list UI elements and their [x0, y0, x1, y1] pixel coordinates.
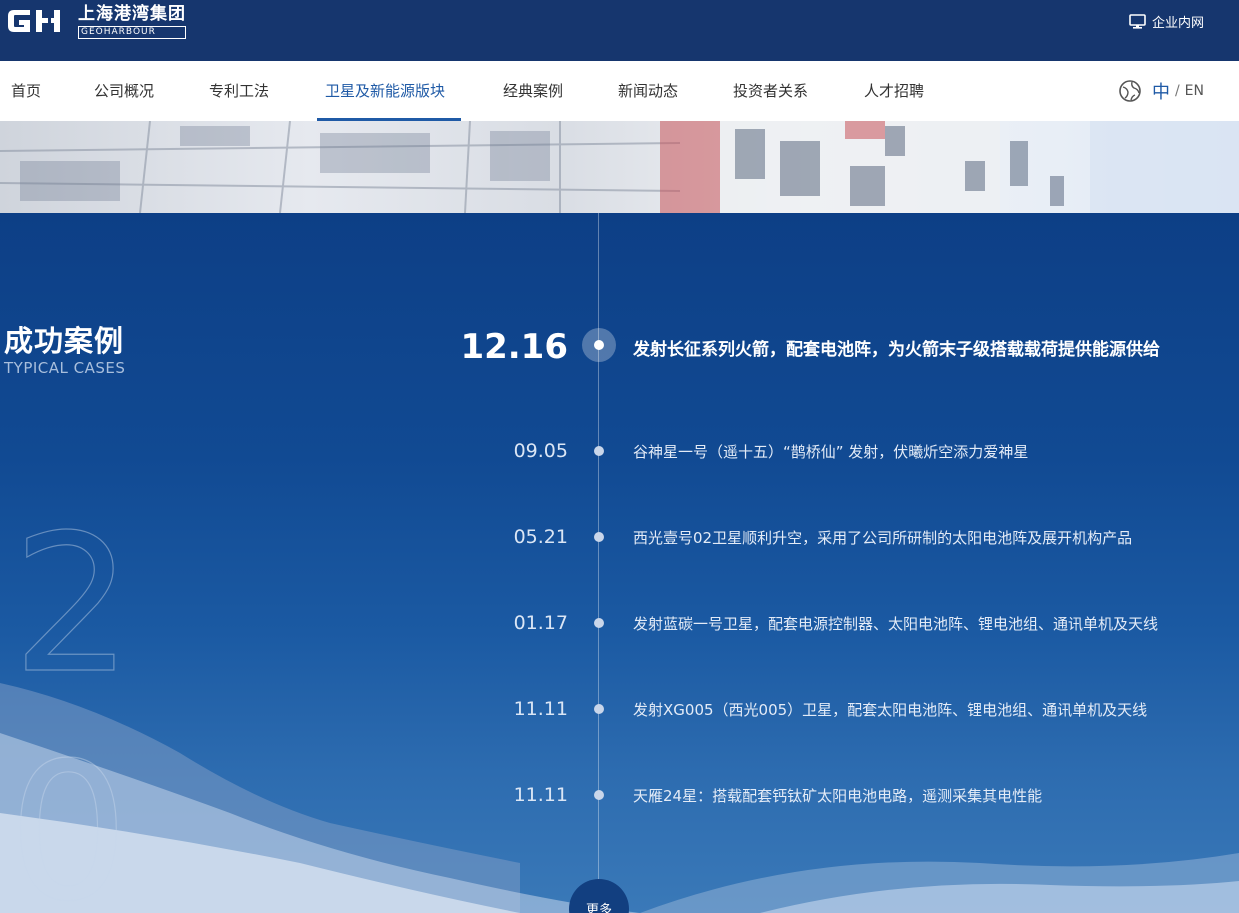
gh-logo-mark: [8, 10, 60, 32]
nav-item-careers[interactable]: 人才招聘: [864, 61, 924, 121]
intranet-label: 企业内网: [1151, 16, 1204, 31]
timeline-date: 11.11: [513, 698, 568, 720]
timeline-dot: [594, 446, 604, 456]
timeline-axis: [598, 213, 599, 913]
timeline-text[interactable]: 谷神星一号（遥十五）“鹊桥仙” 发射，伏曦炘空添力爱神星: [633, 441, 1028, 462]
lang-separator: /: [1174, 83, 1180, 99]
nav-item-patents[interactable]: 专利工法: [209, 61, 269, 121]
nav-item-home[interactable]: 首页: [11, 61, 41, 121]
year-outline-digits: 2 0: [10, 498, 133, 913]
timeline-dot-active: [582, 328, 616, 362]
monitor-icon: [1129, 14, 1146, 29]
globe-icon[interactable]: [1118, 79, 1142, 103]
timeline-dot: [594, 618, 604, 628]
main-nav: 首页 公司概况 专利工法 卫星及新能源版块 经典案例 新闻动态 投资者关系 人才…: [0, 61, 1239, 121]
lang-english[interactable]: EN: [1185, 83, 1204, 99]
nav-item-news[interactable]: 新闻动态: [618, 61, 678, 121]
timeline-text[interactable]: 西光壹号02卫星顺利升空，采用了公司所研制的太阳电池阵及展开机构产品: [633, 527, 1132, 548]
nav-item-company-overview[interactable]: 公司概况: [94, 61, 154, 121]
section-subtitle: TYPICAL CASES: [4, 359, 126, 377]
timeline-date: 12.16: [460, 327, 568, 367]
logo-english-name: GEOHARBOUR: [78, 25, 186, 39]
timeline-date: 05.21: [513, 526, 568, 548]
building-photo: [0, 121, 1239, 213]
logo-text: 上海港湾集团 GEOHARBOUR: [78, 4, 186, 39]
snow-mountain-background: [0, 683, 1239, 913]
company-logo[interactable]: 上海港湾集团 GEOHARBOUR: [4, 3, 186, 39]
typical-cases-section: 成功案例 TYPICAL CASES 2 0 12.16 发射长征系列火箭，配套…: [0, 213, 1239, 913]
nav-item-satellite-energy[interactable]: 卫星及新能源版块: [325, 61, 445, 121]
timeline-text[interactable]: 发射蓝碳一号卫星，配套电源控制器、太阳电池阵、锂电池组、通讯单机及天线: [633, 613, 1158, 634]
section-title: 成功案例: [4, 324, 125, 358]
timeline-text[interactable]: 天雁24星：搭载配套钙钛矿太阳电池电路，遥测采集其电性能: [633, 785, 1042, 806]
nav-item-classic-cases[interactable]: 经典案例: [503, 61, 563, 121]
lang-chinese[interactable]: 中: [1152, 78, 1170, 104]
language-switcher: 中 / EN: [1118, 61, 1204, 121]
timeline-date: 09.05: [513, 440, 568, 462]
timeline-date: 01.17: [513, 612, 568, 634]
timeline-text[interactable]: 发射XG005（西光005）卫星，配套太阳电池阵、锂电池组、通讯单机及天线: [633, 699, 1147, 720]
timeline-dot: [594, 790, 604, 800]
timeline-text[interactable]: 发射长征系列火箭，配套电池阵，为火箭末子级搭载载荷提供能源供给: [633, 335, 1160, 360]
timeline-dot: [594, 704, 604, 714]
year-digit-1: 2: [12, 498, 133, 715]
year-digit-2: 0: [10, 722, 129, 913]
top-bar: 上海港湾集团 GEOHARBOUR 企业内网: [0, 0, 1239, 61]
banner-image: [0, 121, 1239, 213]
timeline-dot: [594, 532, 604, 542]
timeline-date: 11.11: [513, 784, 568, 806]
nav-item-investor-relations[interactable]: 投资者关系: [733, 61, 808, 121]
logo-chinese-name: 上海港湾集团: [78, 3, 186, 24]
intranet-link[interactable]: 企业内网: [1129, 12, 1204, 31]
